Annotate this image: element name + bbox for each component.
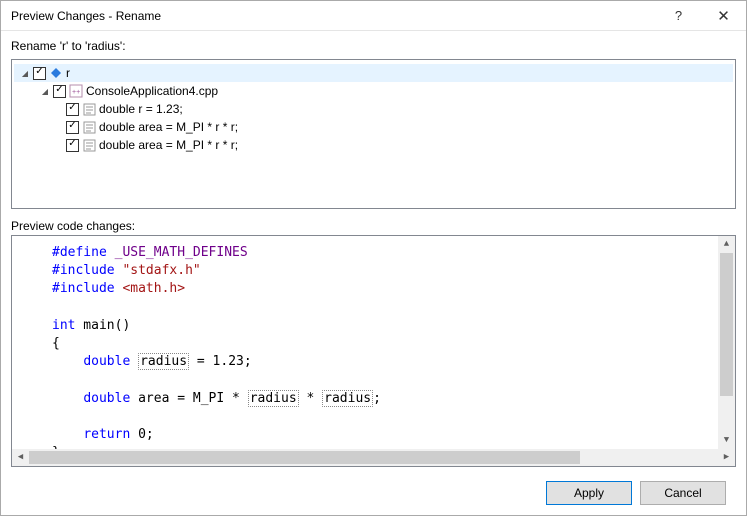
checkbox[interactable] [33, 67, 46, 80]
tree-item-label: double area = M_PI * r * r; [99, 138, 238, 152]
window-title: Preview Changes - Rename [11, 9, 656, 23]
checkbox[interactable] [66, 139, 79, 152]
tree-file-row[interactable]: ++ ConsoleApplication4.cpp [14, 82, 733, 100]
preview-label: Preview code changes: [11, 219, 736, 233]
rename-label: Rename 'r' to 'radius': [11, 39, 736, 53]
tree-item-label: double r = 1.23; [99, 102, 183, 116]
checkbox[interactable] [66, 103, 79, 116]
vertical-scrollbar[interactable]: ▲ ▼ [718, 236, 735, 449]
cancel-button[interactable]: Cancel [640, 481, 726, 505]
scroll-down-arrow[interactable]: ▼ [718, 432, 735, 449]
symbol-icon [49, 66, 63, 80]
horizontal-scrollbar[interactable]: ◀ ▶ [12, 449, 735, 466]
tree-item-row[interactable]: double area = M_PI * r * r; [14, 136, 733, 154]
close-button[interactable]: ✕ [701, 1, 746, 30]
dialog-content: Rename 'r' to 'radius': r ++ ConsoleAppl… [1, 31, 746, 515]
code-line-icon [82, 102, 96, 116]
scroll-thumb[interactable] [720, 253, 733, 396]
checkbox[interactable] [53, 85, 66, 98]
code-content: #define _USE_MATH_DEFINES #include "stda… [52, 244, 727, 462]
changes-tree[interactable]: r ++ ConsoleApplication4.cpp double r = … [11, 59, 736, 209]
titlebar: Preview Changes - Rename ? ✕ [1, 1, 746, 31]
code-preview[interactable]: #define _USE_MATH_DEFINES #include "stda… [11, 235, 736, 467]
expander-icon[interactable] [40, 86, 50, 96]
expander-icon[interactable] [20, 68, 30, 78]
tree-root-row[interactable]: r [14, 64, 733, 82]
scroll-track[interactable] [29, 449, 718, 466]
tree-file-label: ConsoleApplication4.cpp [86, 84, 218, 98]
tree-root-label: r [66, 66, 70, 80]
scroll-up-arrow[interactable]: ▲ [718, 236, 735, 253]
code-line-icon [82, 138, 96, 152]
svg-text:++: ++ [72, 89, 80, 96]
help-button[interactable]: ? [656, 1, 701, 30]
scroll-right-arrow[interactable]: ▶ [718, 449, 735, 466]
tree-item-row[interactable]: double r = 1.23; [14, 100, 733, 118]
button-row: Apply Cancel [11, 471, 736, 515]
tree-item-row[interactable]: double area = M_PI * r * r; [14, 118, 733, 136]
checkbox[interactable] [66, 121, 79, 134]
tree-item-label: double area = M_PI * r * r; [99, 120, 238, 134]
code-line-icon [82, 120, 96, 134]
cpp-file-icon: ++ [69, 84, 83, 98]
scroll-left-arrow[interactable]: ◀ [12, 449, 29, 466]
apply-button[interactable]: Apply [546, 481, 632, 505]
scroll-track[interactable] [718, 253, 735, 432]
scroll-thumb[interactable] [29, 451, 580, 464]
